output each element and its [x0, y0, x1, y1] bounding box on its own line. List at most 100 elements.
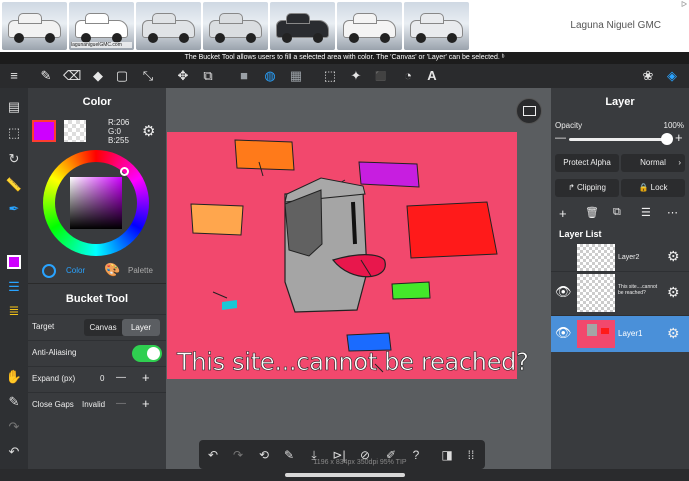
palette-tab-label[interactable]: Palette — [128, 266, 153, 275]
expand-minus-button[interactable]: — — [116, 372, 126, 383]
opacity-plus-button[interactable]: + — [675, 130, 683, 145]
antialias-toggle[interactable] — [132, 345, 162, 362]
close-gaps-plus-button[interactable]: + — [142, 396, 150, 411]
close-gaps-minus-button[interactable]: — — [116, 398, 126, 409]
navigator-button[interactable] — [516, 98, 542, 124]
ad-truck-image[interactable] — [270, 2, 335, 50]
brush-icon[interactable]: ✒ — [5, 200, 23, 218]
lasso-tool-icon[interactable]: ⤡ — [140, 68, 156, 84]
shape-tool-icon[interactable]: ◔ — [400, 68, 416, 84]
secondary-color-swatch[interactable] — [64, 120, 86, 142]
primary-color-swatch[interactable] — [32, 120, 56, 142]
transform-tool-icon[interactable]: ⧉ — [200, 68, 216, 84]
pen-tool-icon[interactable]: ✎ — [38, 68, 54, 84]
fill-color-icon[interactable]: ■ — [236, 68, 252, 84]
layer-row-layer1[interactable]: 👁 Layer1 ⚙ — [551, 316, 689, 352]
gradient-tool-icon[interactable]: ▦ — [288, 68, 304, 84]
select-rect-icon[interactable]: ▢ — [114, 68, 130, 84]
undo-icon[interactable]: ↶ — [205, 447, 221, 463]
materials-icon[interactable]: ❀ — [640, 68, 656, 84]
layer-list-view-icon[interactable]: ☰ — [641, 206, 651, 219]
eyedropper-icon[interactable]: ✎ — [5, 393, 23, 411]
transform-icon[interactable]: ⟲ — [256, 447, 272, 463]
target-layer-option[interactable]: Layer — [122, 319, 160, 336]
hue-wheel[interactable] — [43, 150, 149, 256]
eye-icon[interactable]: 👁 — [555, 284, 572, 300]
undo-icon[interactable]: ↶ — [5, 443, 23, 461]
close-gaps-value[interactable]: Invalid — [82, 400, 105, 409]
layer-row-layer2[interactable]: Layer2 ⚙ — [551, 242, 689, 272]
opacity-value: 100% — [663, 121, 684, 130]
select-fill-icon[interactable]: ⬚ — [322, 68, 338, 84]
color-tab-label[interactable]: Color — [66, 266, 85, 275]
selection-icon[interactable]: ⬚ — [5, 124, 23, 142]
eye-icon[interactable]: 👁 — [555, 325, 572, 341]
color-tab-icon[interactable] — [42, 264, 56, 278]
material-icon[interactable]: ◨ — [439, 447, 455, 463]
cyan-shape — [222, 300, 237, 310]
protect-alpha-button[interactable]: Protect Alpha — [555, 154, 619, 172]
artwork[interactable] — [167, 132, 517, 379]
ad-truck-image[interactable] — [136, 2, 201, 50]
pen-icon[interactable]: ✎ — [281, 447, 297, 463]
layer-name: Layer1 — [618, 329, 643, 338]
expand-plus-button[interactable]: + — [142, 370, 150, 385]
ad-banner[interactable]: lagunaniguelGMC.com Laguna Niguel GMC ᐅ — [0, 0, 689, 52]
ad-truck-image[interactable] — [203, 2, 268, 50]
hand-icon[interactable]: ✋ — [5, 368, 23, 386]
target-canvas-option[interactable]: Canvas — [84, 319, 122, 336]
layer-stack-icon[interactable]: ≣ — [5, 302, 23, 320]
text-tool-icon[interactable]: A — [424, 68, 440, 84]
grid-dots-icon[interactable]: ⁞⁞ — [463, 447, 479, 463]
blend-mode-select[interactable]: Normal › — [621, 154, 685, 172]
pages-icon[interactable]: ▤ — [5, 98, 23, 116]
expand-value[interactable]: 0 — [100, 374, 104, 383]
eraser-tool-icon[interactable]: ⌫ — [63, 68, 81, 84]
menu-icon[interactable]: ≡ — [6, 68, 22, 84]
more-options-icon[interactable]: ⋯ — [667, 206, 678, 219]
color-swatch-icon[interactable] — [5, 253, 23, 271]
delete-layer-icon[interactable]: 🗑 — [585, 206, 599, 219]
select-pen-icon[interactable]: ⬛ — [373, 68, 389, 84]
close-gaps-label: Close Gaps — [32, 400, 74, 409]
lock-button[interactable]: 🔒 Lock — [621, 179, 685, 197]
ruler-icon[interactable]: 📏 — [5, 176, 23, 194]
ad-truck-image[interactable] — [337, 2, 402, 50]
blend-mode-value: Normal — [640, 158, 666, 167]
home-indicator[interactable] — [285, 473, 405, 477]
opacity-minus-button[interactable]: — — [555, 132, 566, 144]
opacity-slider-knob[interactable] — [661, 133, 673, 145]
target-label: Target — [32, 322, 55, 331]
list-icon[interactable]: ☰ — [5, 278, 23, 296]
blue-value: B:255 — [108, 136, 129, 145]
layer-settings-gear-icon[interactable]: ⚙ — [667, 284, 680, 301]
rotate-icon[interactable]: ↻ — [5, 150, 23, 168]
ad-choices-icon[interactable]: ᐅ — [681, 0, 687, 9]
clipping-button[interactable]: ↱ Clipping — [555, 179, 619, 197]
redo-icon[interactable]: ↷ — [230, 447, 246, 463]
bucket-tool-icon[interactable]: ◍ — [262, 68, 278, 84]
smudge-tool-icon[interactable]: ◆ — [90, 68, 106, 84]
opacity-slider[interactable] — [569, 133, 673, 145]
drawing-canvas[interactable]: This site...cannot be reached? — [167, 132, 529, 379]
saturation-value-square[interactable] — [70, 177, 122, 229]
redo-icon[interactable]: ↷ — [5, 418, 23, 436]
add-layer-icon[interactable]: + — [559, 206, 567, 221]
duplicate-layer-icon[interactable]: ⧉ — [613, 206, 621, 219]
layer-row-text[interactable]: 👁 This site....cannot be reached? ⚙ — [551, 272, 689, 316]
ad-brand-label[interactable]: Laguna Niguel GMC — [570, 20, 661, 31]
red-right-shape — [406, 201, 498, 259]
target-segmented: Canvas Layer — [84, 319, 160, 336]
palette-tab-icon[interactable]: 🎨 — [104, 262, 120, 278]
magic-wand-icon[interactable]: ✦ — [348, 68, 364, 84]
move-tool-icon[interactable]: ✥ — [175, 68, 191, 84]
tooltip-banner: The Bucket Tool allows users to fill a s… — [0, 52, 689, 64]
color-settings-gear-icon[interactable]: ⚙ — [142, 122, 155, 140]
layers-icon[interactable]: ◈ — [664, 68, 680, 84]
ad-truck-image[interactable] — [404, 2, 469, 50]
layer-settings-gear-icon[interactable]: ⚙ — [667, 325, 680, 342]
ad-truck-image[interactable] — [2, 2, 67, 50]
hue-handle[interactable] — [120, 167, 129, 176]
ad-truck-image[interactable]: lagunaniguelGMC.com — [69, 2, 134, 50]
layer-settings-gear-icon[interactable]: ⚙ — [667, 248, 680, 265]
